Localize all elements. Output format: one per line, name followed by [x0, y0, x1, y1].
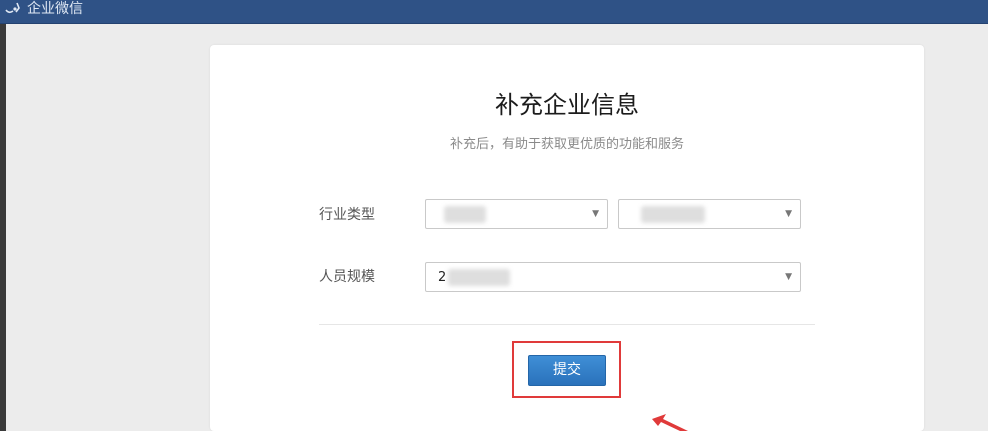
submit-button[interactable]: 提交 [528, 355, 606, 386]
staff-size-select[interactable]: 2 ▼ [425, 262, 801, 292]
brand: 企业微信 [4, 0, 83, 18]
brand-name: 企业微信 [27, 1, 83, 17]
staff-size-label: 人员规模 [319, 269, 375, 285]
staff-size-value: 2 [438, 270, 447, 285]
redacted-value [641, 206, 705, 223]
industry-secondary-select[interactable]: ▼ [618, 199, 801, 229]
chevron-down-icon: ▼ [785, 272, 792, 282]
form-divider [319, 324, 815, 325]
left-window-edge [0, 0, 6, 431]
chevron-down-icon: ▼ [785, 209, 792, 219]
annotation-arrow-icon [650, 414, 690, 431]
industry-primary-select[interactable]: ▼ [425, 199, 608, 229]
top-bar: 企业微信 [0, 0, 988, 24]
industry-label: 行业类型 [319, 207, 375, 223]
info-form-card: 补充企业信息 补充后，有助于获取更优质的功能和服务 行业类型 ▼ ▼ 人员规模 … [210, 45, 924, 431]
wework-logo-icon [4, 0, 24, 16]
redacted-value [448, 269, 510, 286]
page-title: 补充企业信息 [495, 91, 639, 119]
chevron-down-icon: ▼ [592, 209, 599, 219]
page-subtitle: 补充后，有助于获取更优质的功能和服务 [449, 137, 684, 152]
redacted-value [444, 206, 486, 223]
